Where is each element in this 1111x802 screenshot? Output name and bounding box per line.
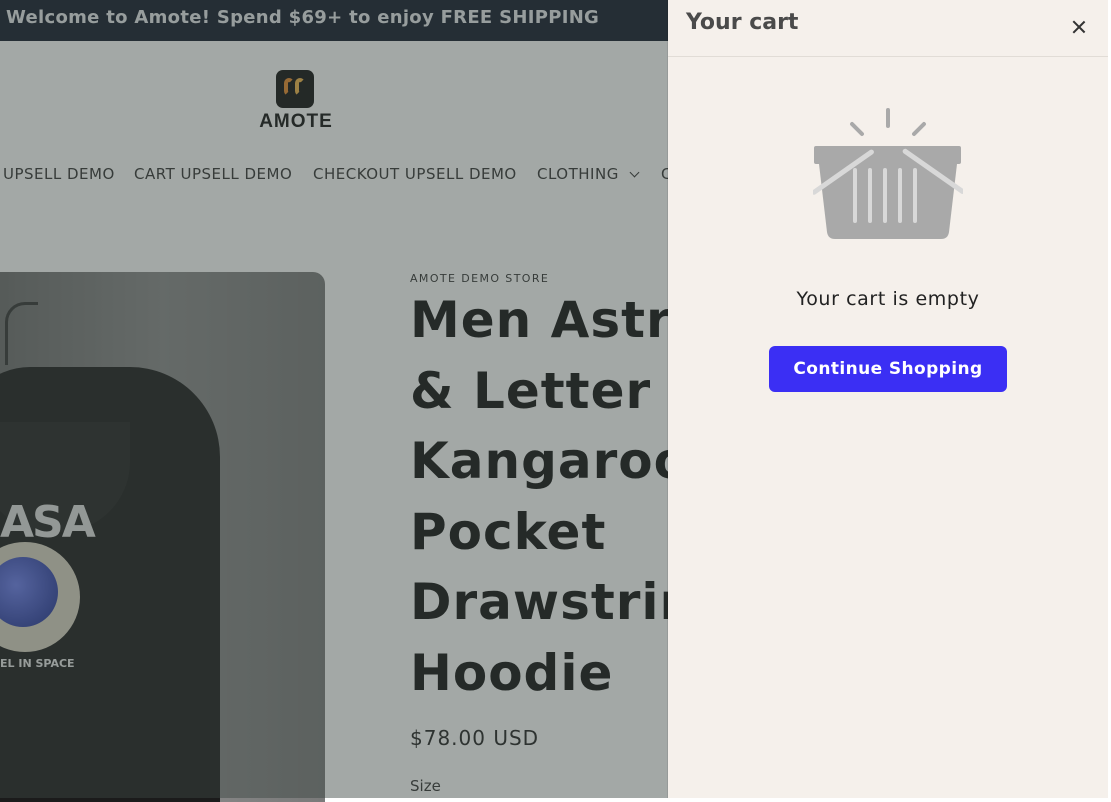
cart-drawer-header: Your cart [668,0,1108,57]
close-icon[interactable] [1068,16,1090,38]
cart-drawer: Your cart Your cart is empty Continue Sh… [668,0,1108,798]
cart-title: Your cart [686,10,799,35]
cart-empty-message: Your cart is empty [796,288,980,310]
basket-icon [813,108,963,239]
continue-shopping-button[interactable]: Continue Shopping [769,346,1007,392]
